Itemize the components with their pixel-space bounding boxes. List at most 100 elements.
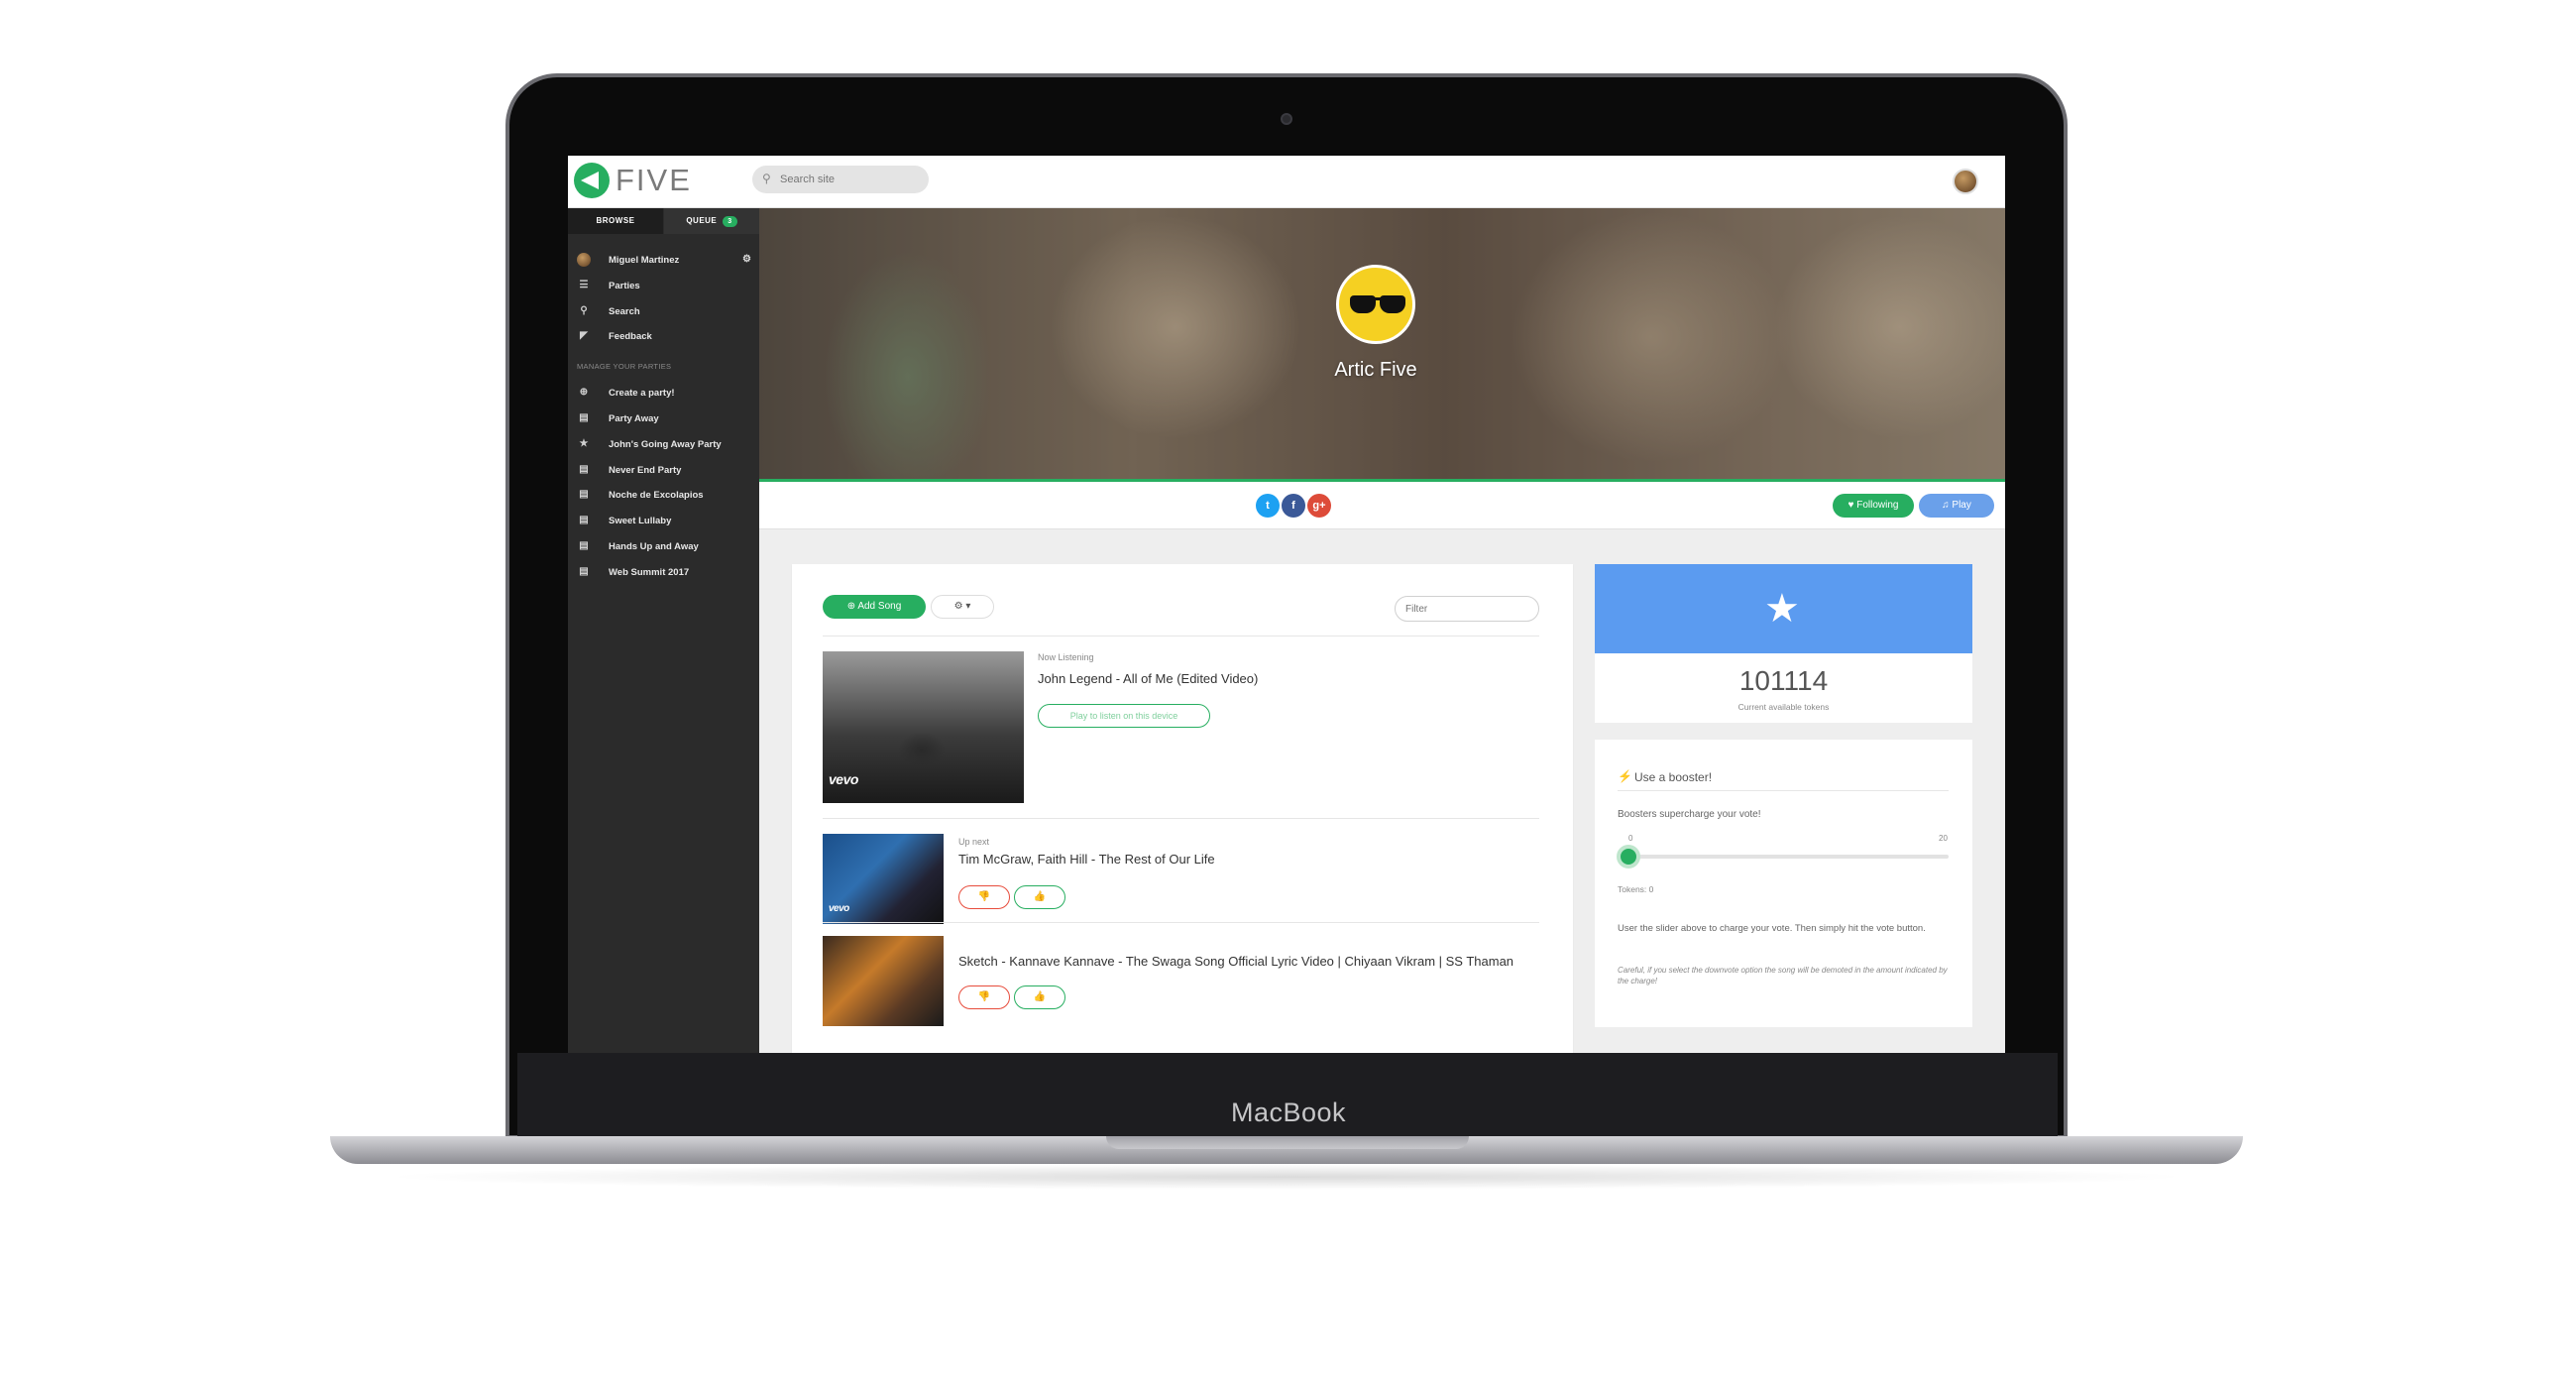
song-title: Sketch - Kannave Kannave - The Swaga Son… (958, 954, 1514, 969)
play-on-device-button[interactable]: Play to listen on this device (1038, 704, 1210, 728)
following-button[interactable]: ♥ Following (1833, 494, 1914, 518)
now-playing-title: John Legend - All of Me (Edited Video) (1038, 671, 1259, 686)
logo-icon[interactable] (574, 163, 610, 198)
note-icon: ▤ (579, 566, 589, 577)
booster-tokens-label: Tokens: 0 (1618, 884, 1654, 894)
tab-browse[interactable]: BROWSE (568, 208, 663, 234)
song-title: Tim McGraw, Faith Hill - The Rest of Our… (958, 852, 1215, 867)
booster-subtitle: Boosters supercharge your vote! (1618, 809, 1761, 820)
megaphone-icon: ◤ (580, 330, 588, 341)
sidebar-section-title: MANAGE YOUR PARTIES (577, 362, 672, 371)
caret-down-icon: ▾ (965, 601, 971, 612)
search-icon: ⚲ (762, 172, 771, 185)
filter-input[interactable] (1395, 596, 1539, 622)
party-avatar-sunglasses-icon (1336, 265, 1415, 344)
gear-icon: ⚙ (953, 601, 963, 612)
party-hero-banner: Artic Five (759, 208, 2005, 482)
thumbs-up-icon: 👍 (1033, 891, 1047, 902)
divider (823, 818, 1539, 819)
heart-icon: ♥ (1848, 500, 1857, 511)
star-icon: ★ (1764, 587, 1800, 631)
booster-title: Use a booster! (1634, 770, 1713, 784)
sidebar: BROWSE QUEUE 3 Miguel Martinez ⚙ ☰ Partie… (568, 208, 759, 1053)
sidebar-item-parties[interactable]: ☰ Parties (568, 275, 759, 298)
slider-max-label: 20 (1939, 834, 1948, 843)
google-plus-icon: g+ (1312, 500, 1326, 512)
note-icon: ▤ (579, 515, 589, 525)
queue-settings-dropdown[interactable]: ⚙ ▾ (931, 595, 994, 619)
gear-icon[interactable]: ⚙ (742, 254, 751, 265)
booster-slider-handle[interactable] (1617, 845, 1640, 869)
laptop-shadow (377, 1164, 2196, 1190)
now-playing-thumbnail[interactable]: vevo (823, 651, 1024, 803)
note-icon: ▤ (579, 489, 589, 500)
camera (1281, 113, 1292, 125)
list-icon: ☰ (579, 280, 589, 290)
song-queue-panel: ⊕ Add Song ⚙ ▾ vevo Now Listening John L… (792, 564, 1573, 1053)
play-button[interactable]: ♫ Play (1919, 494, 1994, 518)
party-name: Artic Five (1334, 359, 1417, 381)
thumbs-down-icon: 👎 (977, 991, 991, 1002)
upvote-button[interactable]: 👍 (1014, 985, 1065, 1009)
note-icon: ▤ (579, 464, 589, 475)
user-avatar[interactable] (1953, 169, 1978, 194)
logo-text[interactable]: FIVE (616, 163, 692, 198)
star-icon: ★ (579, 438, 589, 449)
tokens-card: ★ 101114 Current available tokens (1595, 564, 1972, 723)
queue-count-badge: 3 (723, 216, 737, 227)
facebook-share-button[interactable]: f (1282, 494, 1305, 518)
add-icon: ⊕ (846, 601, 858, 612)
note-icon: ▤ (579, 540, 589, 551)
slider-min-label: 0 (1628, 834, 1633, 843)
divider (823, 922, 1539, 923)
sidebar-user[interactable]: Miguel Martinez ⚙ (568, 249, 759, 273)
divider (1618, 790, 1949, 791)
now-listening-label: Now Listening (1038, 652, 1094, 662)
sidebar-item-feedback[interactable]: ◤ Feedback (568, 325, 759, 349)
tokens-value: 101114 (1738, 665, 1829, 696)
sidebar-item-party[interactable]: ★ John's Going Away Party (568, 433, 759, 457)
plus-circle-icon: ⊕ (579, 387, 589, 398)
twitter-share-button[interactable]: t (1256, 494, 1280, 518)
add-song-button[interactable]: ⊕ Add Song (823, 595, 926, 619)
note-icon: ▤ (579, 412, 589, 423)
booster-card: ⚡ Use a booster! Boosters supercharge yo… (1595, 740, 1972, 1027)
song-thumbnail[interactable]: vevo (823, 834, 944, 924)
sidebar-item-party[interactable]: ▤ Sweet Lullaby (568, 510, 759, 533)
sidebar-item-search[interactable]: ⚲ Search (568, 300, 759, 324)
sidebar-item-party[interactable]: ▤ Party Away (568, 407, 759, 431)
search-icon: ⚲ (580, 305, 588, 316)
sidebar-item-party[interactable]: ▤ Never End Party (568, 459, 759, 483)
booster-help-text: User the slider above to charge your vot… (1618, 923, 1926, 934)
party-action-bar: t f g+ ♥ Following ♫ Play (759, 482, 2005, 529)
lightning-bolt-icon: ⚡ (1618, 769, 1632, 783)
tab-queue[interactable]: QUEUE 3 (664, 208, 759, 234)
hero-overlay (759, 208, 2005, 479)
device-brand-label: MacBook (1230, 1098, 1347, 1127)
sidebar-item-party[interactable]: ▤ Noche de Excolapios (568, 484, 759, 508)
sidebar-item-party[interactable]: ▤ Web Summit 2017 (568, 561, 759, 585)
downvote-button[interactable]: 👎 (958, 985, 1010, 1009)
song-thumbnail[interactable] (823, 936, 944, 1026)
tokens-caption: Current available tokens (1737, 702, 1830, 712)
search-input[interactable] (780, 170, 919, 189)
vevo-logo: vevo (829, 903, 849, 914)
laptop-hinge (1106, 1136, 1469, 1149)
tokens-banner: ★ (1595, 564, 1972, 653)
booster-slider-track[interactable] (1618, 855, 1949, 859)
downvote-button[interactable]: 👎 (958, 885, 1010, 909)
facebook-icon: f (1291, 500, 1295, 512)
app-screen: FIVE ⚲ BROWSE QUEUE3 Miguel Martinez ⚙ ☰… (568, 156, 2005, 1053)
divider (823, 636, 1539, 637)
twitter-icon: t (1266, 500, 1270, 512)
search-box[interactable]: ⚲ (752, 166, 929, 193)
upvote-button[interactable]: 👍 (1014, 885, 1065, 909)
sidebar-user-name: Miguel Martinez (609, 255, 680, 266)
sidebar-item-party[interactable]: ▤ Hands Up and Away (568, 535, 759, 559)
google-plus-share-button[interactable]: g+ (1307, 494, 1331, 518)
vevo-logo: vevo (829, 771, 858, 787)
thumbs-down-icon: 👎 (977, 891, 991, 902)
sidebar-avatar (577, 253, 591, 267)
sidebar-item-create-party[interactable]: ⊕ Create a party! (568, 382, 759, 405)
top-bar: FIVE ⚲ (568, 156, 2005, 208)
